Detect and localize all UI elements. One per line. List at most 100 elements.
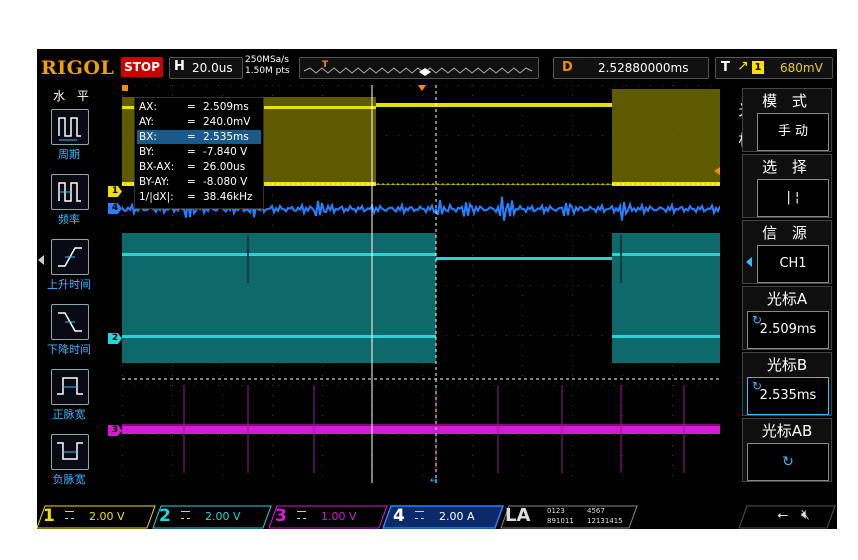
readout-equals: = — [187, 161, 196, 173]
ch3-number: 3 — [275, 506, 287, 526]
digital-group-0-3: 0123 — [547, 507, 565, 515]
timebase-value: 20.0us — [192, 61, 233, 75]
ch2-trace-high-mid — [436, 257, 612, 260]
rise-time-icon — [51, 239, 89, 275]
cursor-mode-value: 手 动 — [757, 113, 829, 151]
cursor-select-value: | ¦ — [757, 179, 829, 217]
measure-frequency-button[interactable]: 频率 — [37, 174, 109, 236]
ch4-status[interactable]: 4 2.00 A — [389, 506, 503, 528]
memory-overview-bar[interactable]: T — [299, 57, 539, 79]
cursor-a-value: 2.509ms — [759, 322, 817, 337]
cursor-corner-marker — [122, 85, 128, 91]
dc-coupling-icon — [415, 511, 424, 519]
readout-row: AX: = 2.509ms — [137, 100, 261, 114]
speaker-mute-icon[interactable]: 🔇︎ — [801, 507, 810, 523]
ch1-number: 1 — [43, 506, 55, 526]
knob-icon: ↻ — [752, 379, 763, 393]
period-icon — [51, 109, 89, 145]
cursor-source-softkey[interactable]: 信 源 CH1 — [742, 220, 832, 284]
cursor-ab-value-box: ↻ — [747, 443, 829, 481]
channel-status-bar: 1 2.00 V 2 2.00 V 3 1.00 V 4 2.00 A LA 0… — [37, 503, 837, 529]
acquisition-info: 250MSa/s 1.50M pts — [245, 55, 290, 77]
timebase-box[interactable]: H 20.0us — [169, 57, 243, 79]
brand-logo: RIGOL — [41, 57, 115, 79]
measure-rise-time-label: 上升时间 — [47, 278, 91, 291]
digital-channel-groups[interactable]: 0123 4567 891011 12131415 — [547, 507, 637, 527]
readout-value: 26.00us — [203, 161, 246, 173]
trigger-box[interactable]: T ↗ 1 680mV — [715, 57, 833, 79]
left-menu-title: 水 平 — [53, 89, 93, 103]
ch1-trace-top — [376, 103, 612, 107]
readout-row: AY: = 240.0mV — [137, 115, 261, 129]
cursor-a-value-box: ↻ 2.509ms — [747, 311, 829, 349]
ch4-marker[interactable]: 4 — [108, 203, 122, 214]
cursor-ab-softkey[interactable]: 光标AB ↻ — [742, 418, 832, 482]
readout-equals: = — [187, 131, 196, 143]
readout-value: -7.840 V — [203, 146, 248, 158]
cursor-select-title: 选 择 — [762, 158, 812, 176]
readout-value: -8.080 V — [203, 176, 248, 188]
frequency-icon — [51, 174, 89, 210]
cursor-b-softkey[interactable]: 光标B ↻ 2.535ms — [742, 352, 832, 416]
ch1-marker[interactable]: 1 — [108, 186, 122, 197]
ch3-status[interactable]: 3 1.00 V — [271, 506, 385, 528]
digital-group-12-15: 12131415 — [587, 517, 623, 525]
readout-row: BX-AX: = 26.00us — [137, 160, 261, 174]
delay-value: 2.52880000ms — [598, 61, 689, 75]
ch2-noise-band-right — [612, 233, 720, 363]
ch3-noise-top — [122, 424, 720, 426]
digital-group-8-11: 891011 — [547, 517, 574, 525]
run-stop-status[interactable]: STOP — [121, 57, 163, 77]
cursor-a-title: 光标A — [766, 290, 808, 308]
readout-row: BY: = -7.840 V — [137, 145, 261, 159]
dc-coupling-icon — [297, 511, 306, 519]
ch2-trace-high-left — [122, 253, 436, 256]
ch3-trace — [122, 426, 720, 434]
rising-edge-icon: ↗ — [737, 58, 749, 74]
measure-period-button[interactable]: 周期 — [37, 109, 109, 171]
measure-positive-width-label: 正脉宽 — [52, 408, 86, 421]
usb-icon: ⭠ — [777, 507, 789, 523]
readout-equals: = — [187, 116, 196, 128]
ch1-status[interactable]: 1 2.00 V — [39, 506, 153, 528]
delay-box[interactable]: D 2.52880000ms — [553, 57, 709, 79]
ch2-trace-low-right — [612, 335, 720, 338]
ch2-marker[interactable]: 2 — [108, 333, 122, 344]
knob-icon: ↻ — [752, 313, 763, 327]
ch3-marker[interactable]: 3 — [108, 425, 122, 436]
sample-rate: 250MSa/s — [245, 55, 289, 65]
readout-label: 1/|dX|: — [139, 191, 174, 203]
readout-value: 38.46kHz — [203, 191, 253, 203]
logic-analyzer-label[interactable]: LA — [505, 505, 530, 526]
waveform-area[interactable]: ↔ 1 4 2 3 AX: = 2.509ms AY: = 240.0mV BX: = 2.53… — [108, 85, 721, 486]
readout-equals: = — [187, 191, 196, 203]
knob-icon: ↻ — [782, 454, 794, 470]
measure-negative-width-button[interactable]: 负脉宽 — [37, 434, 109, 496]
negative-width-icon — [51, 434, 89, 470]
ch3-scale: 1.00 V — [321, 510, 357, 523]
oscilloscope-screen: RIGOL STOP H 20.0us 250MSa/s 1.50M pts T… — [37, 49, 837, 529]
trigger-source-badge: 1 — [752, 61, 764, 74]
timebase-key: H — [174, 59, 185, 74]
top-status-bar: RIGOL STOP H 20.0us 250MSa/s 1.50M pts T… — [37, 49, 837, 85]
cursor-select-softkey[interactable]: 选 择 | ¦ — [742, 154, 832, 218]
measure-fall-time-button[interactable]: 下降时间 — [37, 304, 109, 366]
measure-negative-width-label: 负脉宽 — [52, 473, 86, 486]
positive-width-icon — [51, 369, 89, 405]
cursor-source-title: 信 源 — [762, 224, 812, 242]
measure-rise-time-button[interactable]: 上升时间 — [37, 239, 109, 301]
readout-label: BX: — [139, 131, 157, 143]
ch2-status[interactable]: 2 2.00 V — [155, 506, 269, 528]
trigger-level: 680mV — [780, 61, 823, 75]
measure-period-label: 周期 — [58, 148, 80, 161]
cursor-a-softkey[interactable]: 光标A ↻ 2.509ms — [742, 286, 832, 350]
source-left-arrow-icon — [746, 257, 752, 267]
readout-value: 2.509ms — [203, 101, 249, 113]
ch2-number: 2 — [159, 506, 171, 526]
readout-row: BY-AY: = -8.080 V — [137, 175, 261, 189]
readout-label: AX: — [139, 101, 157, 113]
readout-label: BY: — [139, 146, 155, 158]
readout-value: 2.535ms — [203, 131, 249, 143]
measure-positive-width-button[interactable]: 正脉宽 — [37, 369, 109, 431]
cursor-mode-softkey[interactable]: 模 式 手 动 — [742, 88, 832, 152]
